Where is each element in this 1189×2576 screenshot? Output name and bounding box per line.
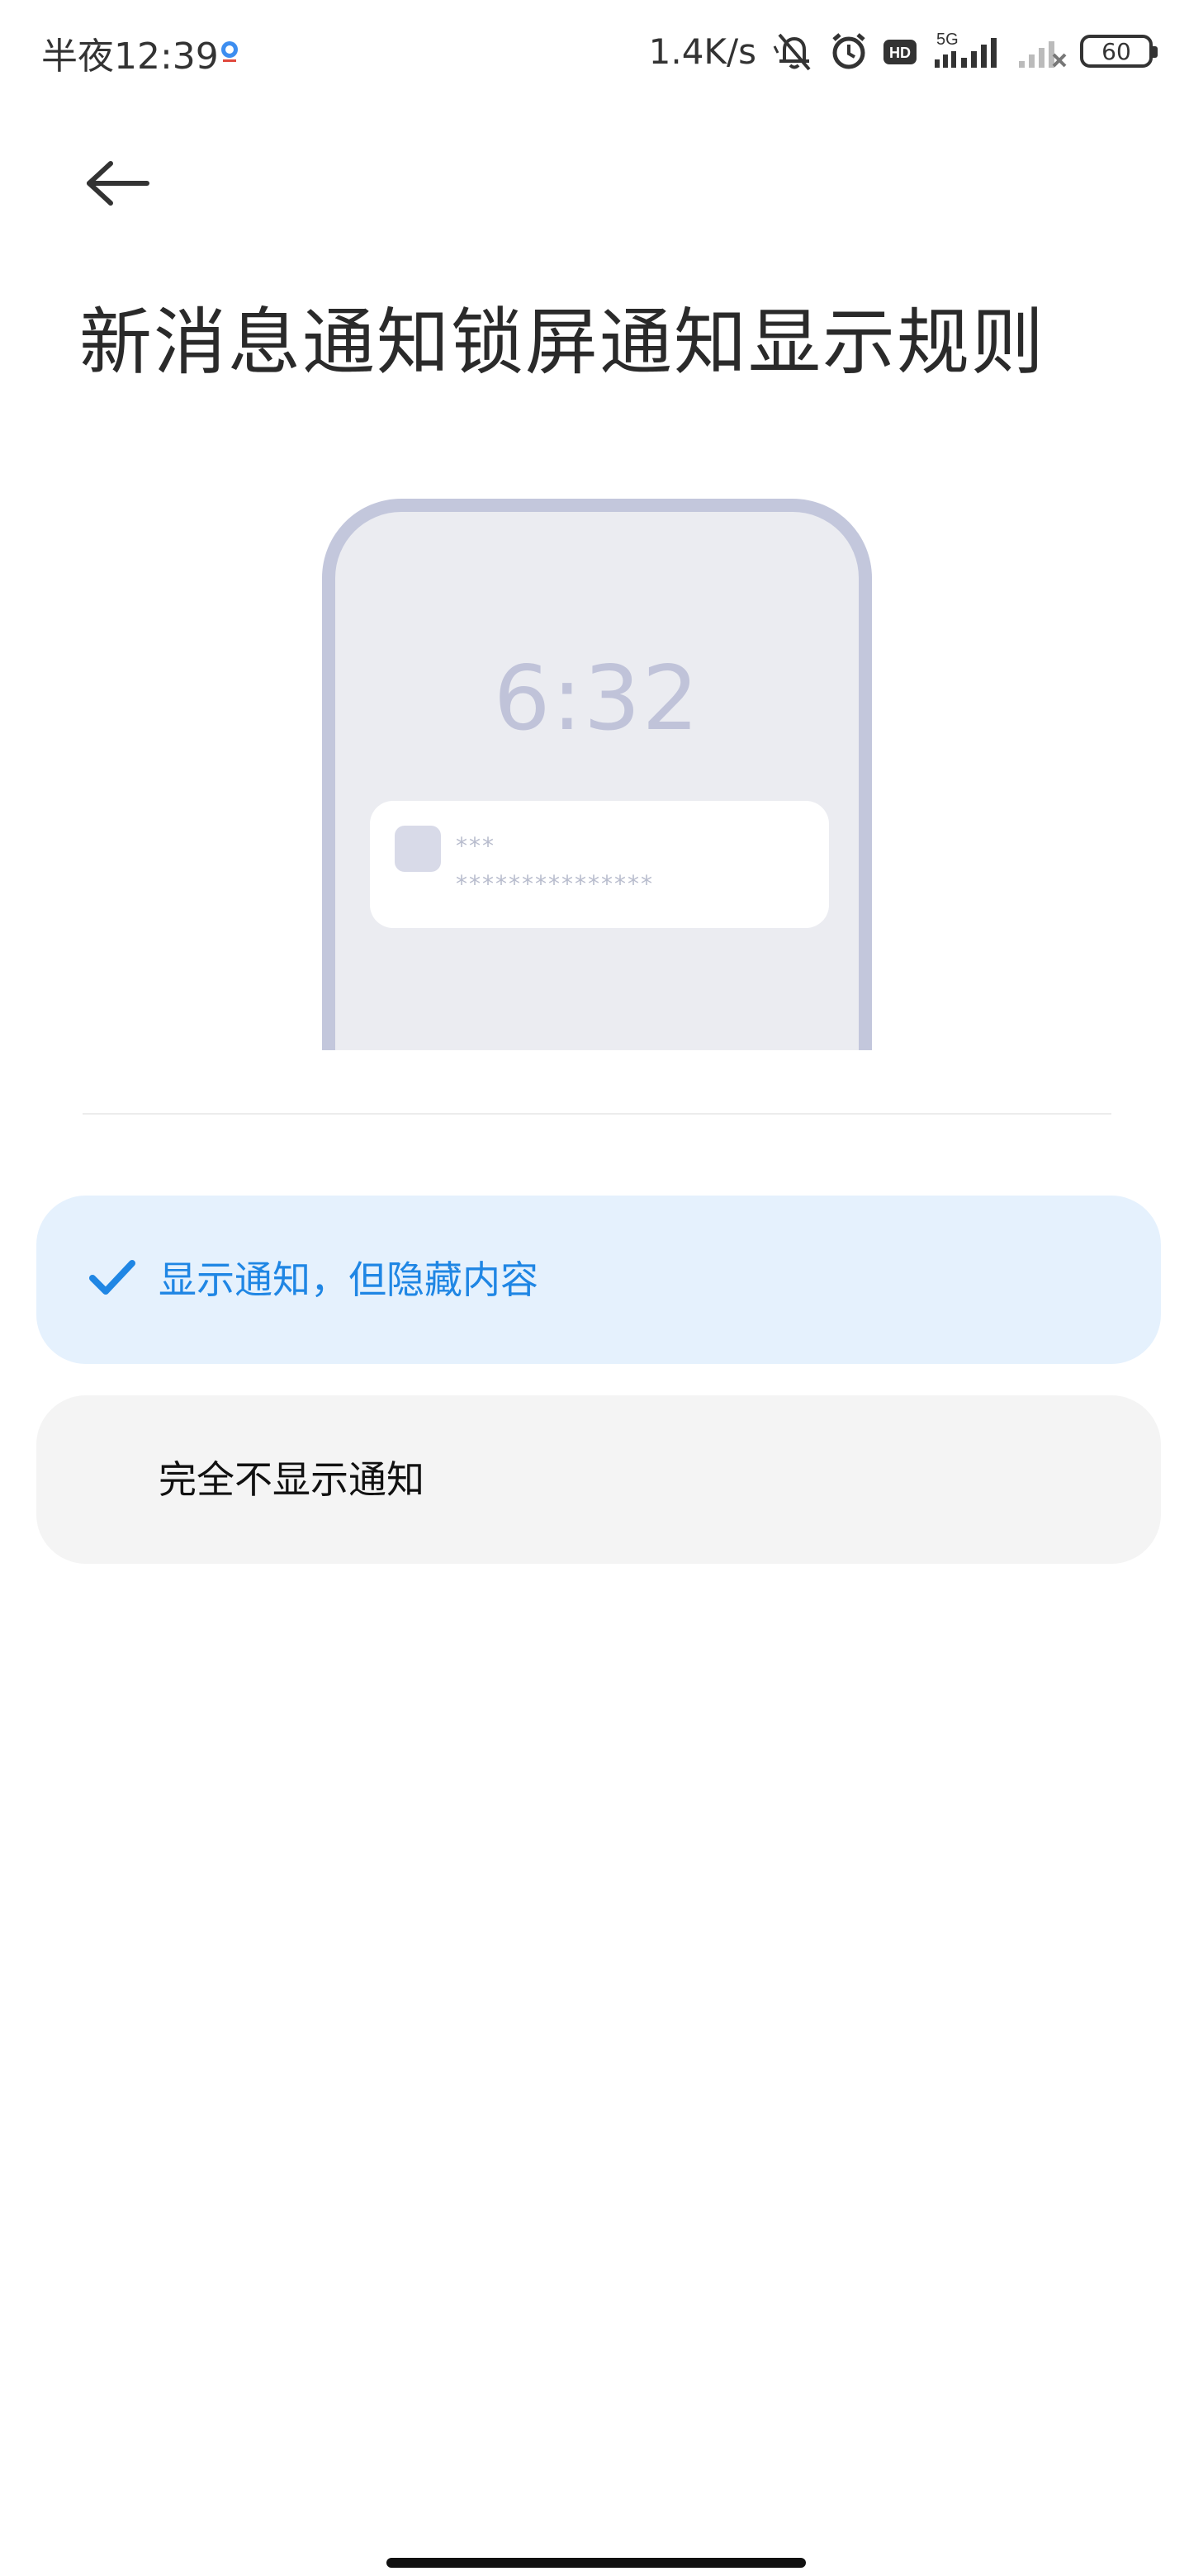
network-speed: 1.4K/s <box>648 31 756 72</box>
app-notification-icon <box>221 41 238 62</box>
mute-bell-icon <box>773 33 811 71</box>
svg-text:HD: HD <box>889 45 911 61</box>
notification-body-masked: *************** <box>456 870 654 897</box>
home-indicator[interactable] <box>386 2558 806 2568</box>
option-hide-all[interactable]: 完全不显示通知 <box>36 1395 1161 1564</box>
back-button[interactable] <box>79 154 159 213</box>
hd-badge-icon: HD <box>883 40 917 64</box>
notification-title-masked: *** <box>456 832 495 859</box>
option-show-hide-content[interactable]: 显示通知，但隐藏内容 <box>36 1196 1161 1364</box>
signal-no-sim-icon <box>1019 41 1067 68</box>
illustration-notification-card: *** *************** <box>370 801 829 928</box>
status-bar: 半夜12:39 1.4K/s HD 5G 60 <box>0 0 1189 99</box>
option-label: 显示通知，但隐藏内容 <box>159 1257 538 1302</box>
battery-icon: 60 <box>1080 35 1158 68</box>
notification-app-icon <box>395 826 441 872</box>
back-arrow-icon <box>87 161 149 206</box>
svg-text:5G: 5G <box>936 31 959 49</box>
option-label: 完全不显示通知 <box>159 1457 424 1502</box>
status-right: 1.4K/s HD 5G 60 <box>648 25 1158 78</box>
status-time: 半夜12:39 <box>41 36 219 78</box>
divider <box>83 1113 1111 1115</box>
signal-5g-icon: 5G <box>935 31 997 68</box>
illustration-clock: 6:32 <box>493 647 701 751</box>
page-title: 新消息通知锁屏通知显示规则 <box>79 300 1046 385</box>
alarm-icon <box>832 33 865 69</box>
checkmark-icon <box>89 1260 135 1295</box>
lockscreen-illustration: 6:32 *** *************** <box>322 499 872 1050</box>
